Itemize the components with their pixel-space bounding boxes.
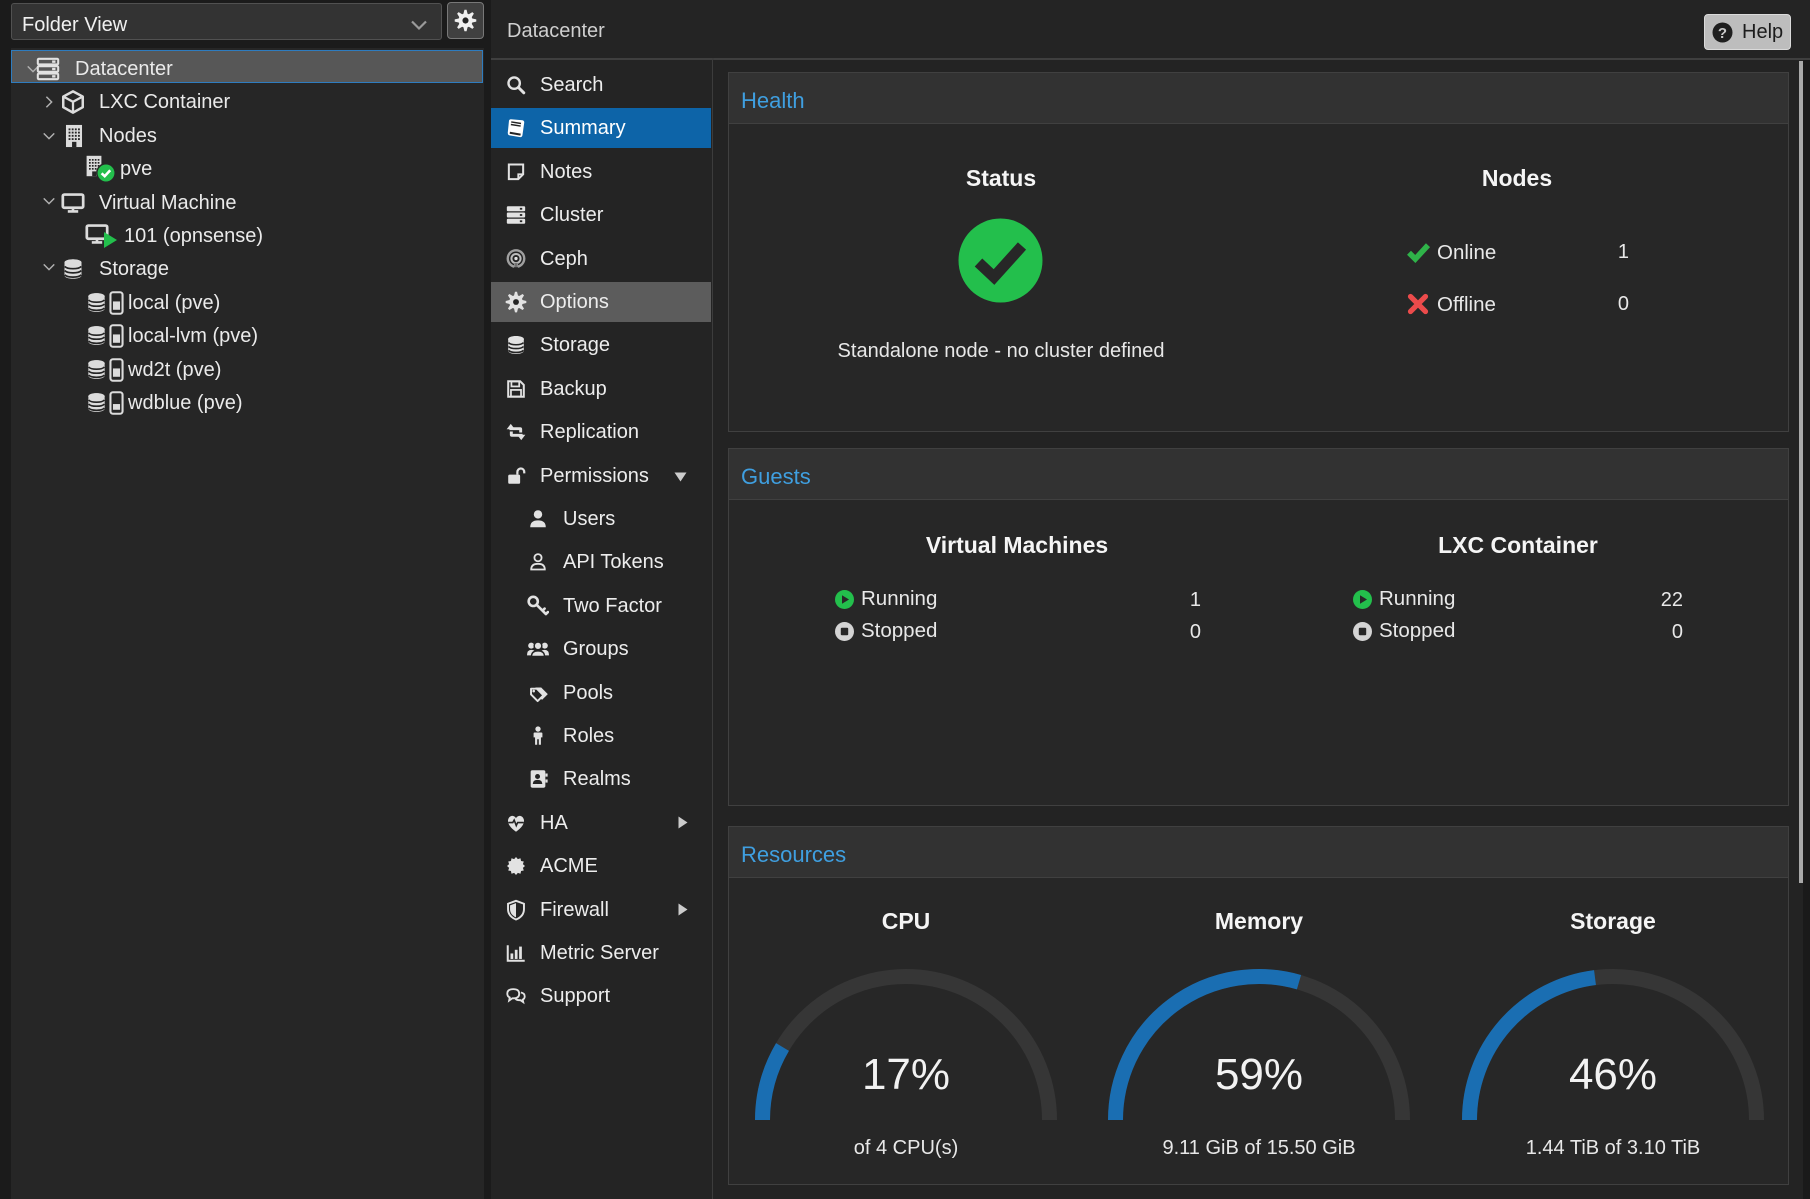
svg-text:?: ? (1718, 25, 1727, 42)
